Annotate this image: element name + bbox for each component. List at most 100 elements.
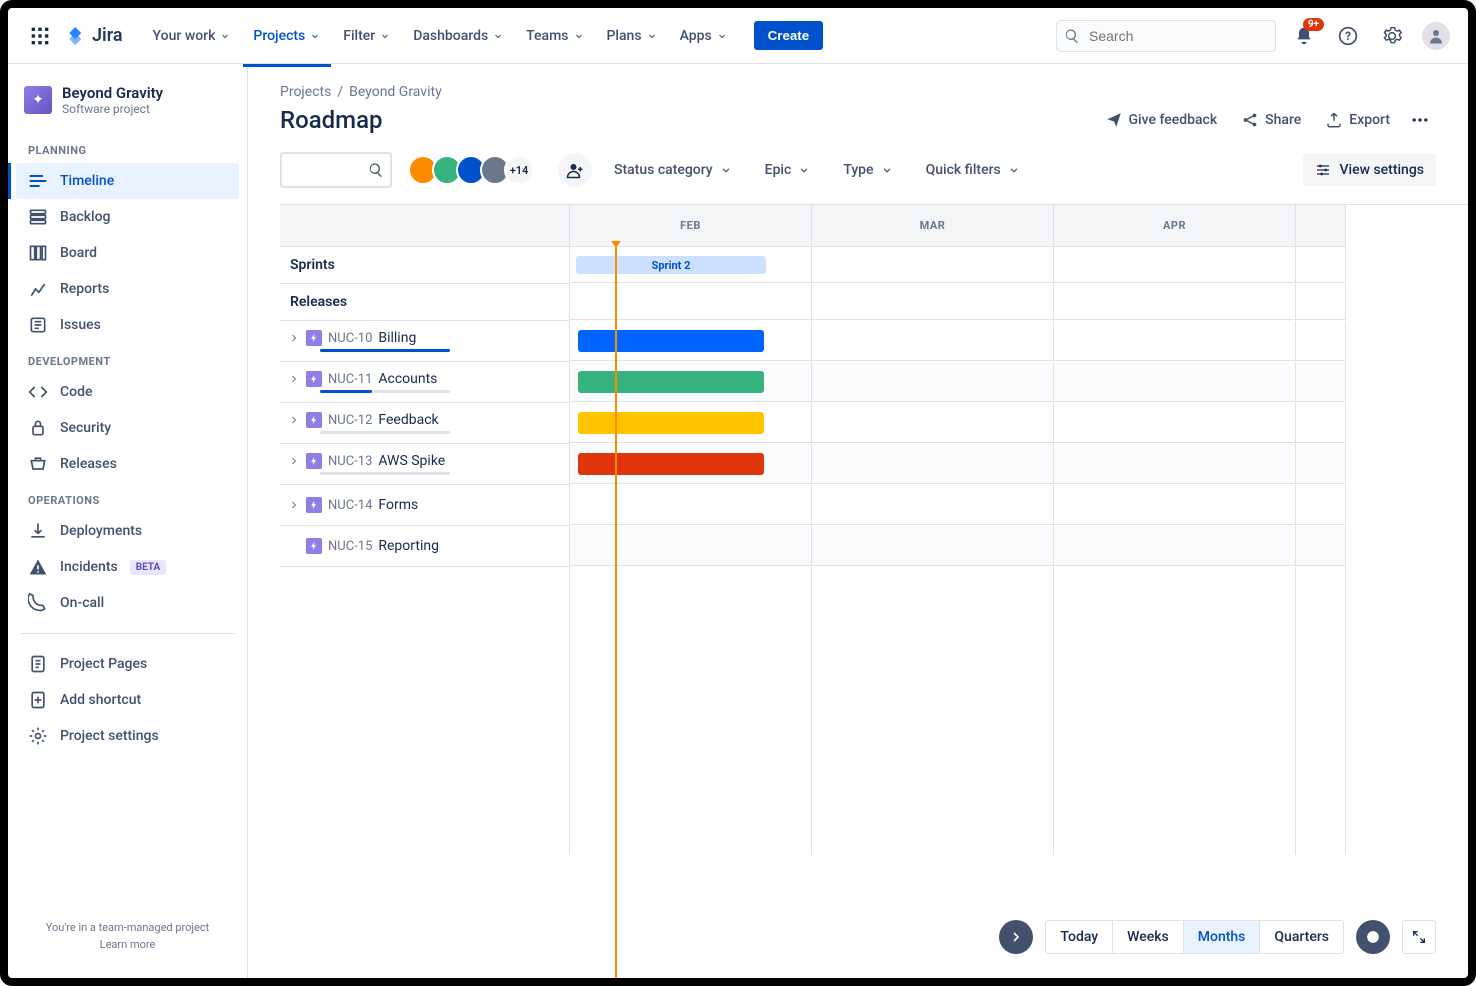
fullscreen-button[interactable]	[1402, 920, 1436, 954]
epic-NUC-13[interactable]: NUC-13AWS Spike	[280, 444, 570, 485]
logo-text: Jira	[92, 25, 123, 46]
epic-bar-NUC-12[interactable]	[578, 412, 764, 434]
chevron-down-icon	[646, 30, 658, 42]
sidebar-item-incidents[interactable]: IncidentsBETA	[16, 549, 239, 585]
issues-icon	[28, 315, 48, 335]
project-settings-icon	[28, 726, 48, 746]
filter-epic[interactable]: Epic	[759, 158, 818, 182]
chevron-down-icon	[492, 30, 504, 42]
sidebar-item-project-settings[interactable]: Project settings	[16, 718, 239, 754]
sidebar-item-add-shortcut[interactable]: Add shortcut	[16, 682, 239, 718]
search-input[interactable]	[1056, 20, 1276, 52]
filter-type[interactable]: Type	[837, 158, 899, 182]
epic-NUC-14[interactable]: NUC-14Forms	[280, 485, 570, 526]
chevron-right-icon[interactable]	[288, 373, 300, 385]
epic-lane-NUC-11	[570, 362, 812, 402]
sidebar-item-on-call[interactable]: On-call	[16, 585, 239, 621]
backlog-icon	[28, 207, 48, 227]
scale-quarters[interactable]: Quarters	[1260, 921, 1343, 953]
sidebar-item-project-pages[interactable]: Project Pages	[16, 646, 239, 682]
epic-bar-NUC-13[interactable]	[578, 453, 764, 475]
today-button[interactable]: Today	[1046, 921, 1113, 953]
epic-NUC-12[interactable]: NUC-12Feedback	[280, 403, 570, 444]
section-development: DEVELOPMENT	[16, 343, 239, 374]
project-header[interactable]: ✦ Beyond Gravity Software project	[16, 80, 239, 132]
sidebar-item-releases[interactable]: Releases	[16, 446, 239, 482]
month-overflow	[1296, 205, 1346, 247]
view-settings-button[interactable]: View settings	[1303, 154, 1436, 186]
chevron-right-icon[interactable]	[288, 414, 300, 426]
create-button[interactable]: Create	[754, 21, 824, 50]
nav-plans[interactable]: Plans	[597, 20, 668, 52]
export-button[interactable]: Export	[1315, 105, 1400, 135]
deployments-icon	[28, 521, 48, 541]
scale-weeks[interactable]: Weeks	[1113, 921, 1184, 953]
breadcrumb-current: Beyond Gravity	[349, 84, 442, 100]
security-icon	[28, 418, 48, 438]
scale-months[interactable]: Months	[1184, 921, 1261, 953]
give-feedback-button[interactable]: Give feedback	[1095, 105, 1228, 135]
sidebar-item-backlog[interactable]: Backlog	[16, 199, 239, 235]
epic-lane-NUC-14	[570, 485, 812, 525]
filter-status-category[interactable]: Status category	[608, 158, 739, 182]
epic-bar-NUC-11[interactable]	[578, 371, 764, 393]
nav-apps[interactable]: Apps	[670, 20, 738, 52]
chevron-down-icon	[719, 163, 733, 177]
chevron-right-icon[interactable]	[288, 332, 300, 344]
profile-avatar[interactable]	[1420, 20, 1452, 52]
app-switcher-icon[interactable]	[24, 20, 56, 52]
timeline-icon	[28, 171, 48, 191]
chevron-down-icon	[716, 30, 728, 42]
epic-icon	[306, 330, 322, 346]
sidebar-item-board[interactable]: Board	[16, 235, 239, 271]
breadcrumb: Projects / Beyond Gravity	[248, 64, 1468, 104]
epic-icon	[306, 453, 322, 469]
legend-button[interactable]: i	[1356, 920, 1390, 954]
sprint-pill[interactable]: Sprint 2	[576, 256, 766, 274]
settings-icon[interactable]	[1376, 20, 1408, 52]
assignee-avatars[interactable]: +14	[408, 155, 534, 185]
sidebar-item-code[interactable]: Code	[16, 374, 239, 410]
breadcrumb-root[interactable]: Projects	[280, 84, 331, 100]
nav-dashboards[interactable]: Dashboards	[403, 20, 514, 52]
epic-bar-NUC-10[interactable]	[578, 330, 764, 352]
epic-NUC-11[interactable]: NUC-11Accounts	[280, 362, 570, 403]
avatar-overflow[interactable]: +14	[504, 155, 534, 185]
month-feb: FEB	[570, 205, 812, 247]
epic-lane-NUC-15	[570, 526, 812, 566]
sidebar-item-reports[interactable]: Reports	[16, 271, 239, 307]
nav-filter[interactable]: Filter	[333, 20, 401, 52]
chevron-down-icon	[797, 163, 811, 177]
epic-NUC-10[interactable]: NUC-10Billing	[280, 321, 570, 362]
epic-icon	[306, 412, 322, 428]
scroll-forward-button[interactable]	[999, 920, 1033, 954]
timeline-controls: TodayWeeksMonthsQuarters i	[999, 920, 1436, 954]
content: Projects / Beyond Gravity Roadmap Give f…	[248, 64, 1468, 978]
nav-your-work[interactable]: Your work	[143, 20, 242, 52]
nav-teams[interactable]: Teams	[516, 20, 594, 52]
filter-quick-filters[interactable]: Quick filters	[920, 158, 1027, 182]
learn-more-link[interactable]: Learn more	[100, 938, 156, 951]
sidebar-item-timeline[interactable]: Timeline	[16, 163, 239, 199]
chevron-right-icon[interactable]	[288, 499, 300, 511]
nav-projects[interactable]: Projects	[243, 20, 331, 52]
help-icon[interactable]: ?	[1332, 20, 1364, 52]
epic-lane-NUC-13	[570, 444, 812, 484]
jira-logo[interactable]: Jira	[64, 24, 123, 48]
sidebar-item-issues[interactable]: Issues	[16, 307, 239, 343]
month-mar: MAR	[812, 205, 1054, 247]
epic-NUC-15[interactable]: NUC-15Reporting	[280, 526, 570, 567]
sidebar-item-deployments[interactable]: Deployments	[16, 513, 239, 549]
incidents-icon	[28, 557, 48, 577]
chevron-right-icon[interactable]	[288, 455, 300, 467]
notifications-icon[interactable]: 9+	[1288, 20, 1320, 52]
chevron-down-icon	[379, 30, 391, 42]
project-icon: ✦	[24, 86, 52, 114]
share-button[interactable]: Share	[1231, 105, 1311, 135]
releases-label: Releases	[280, 284, 570, 321]
add-person-button[interactable]	[558, 153, 592, 187]
chevron-down-icon	[309, 30, 321, 42]
releases-icon	[28, 454, 48, 474]
more-actions-icon[interactable]	[1404, 104, 1436, 136]
sidebar-item-security[interactable]: Security	[16, 410, 239, 446]
